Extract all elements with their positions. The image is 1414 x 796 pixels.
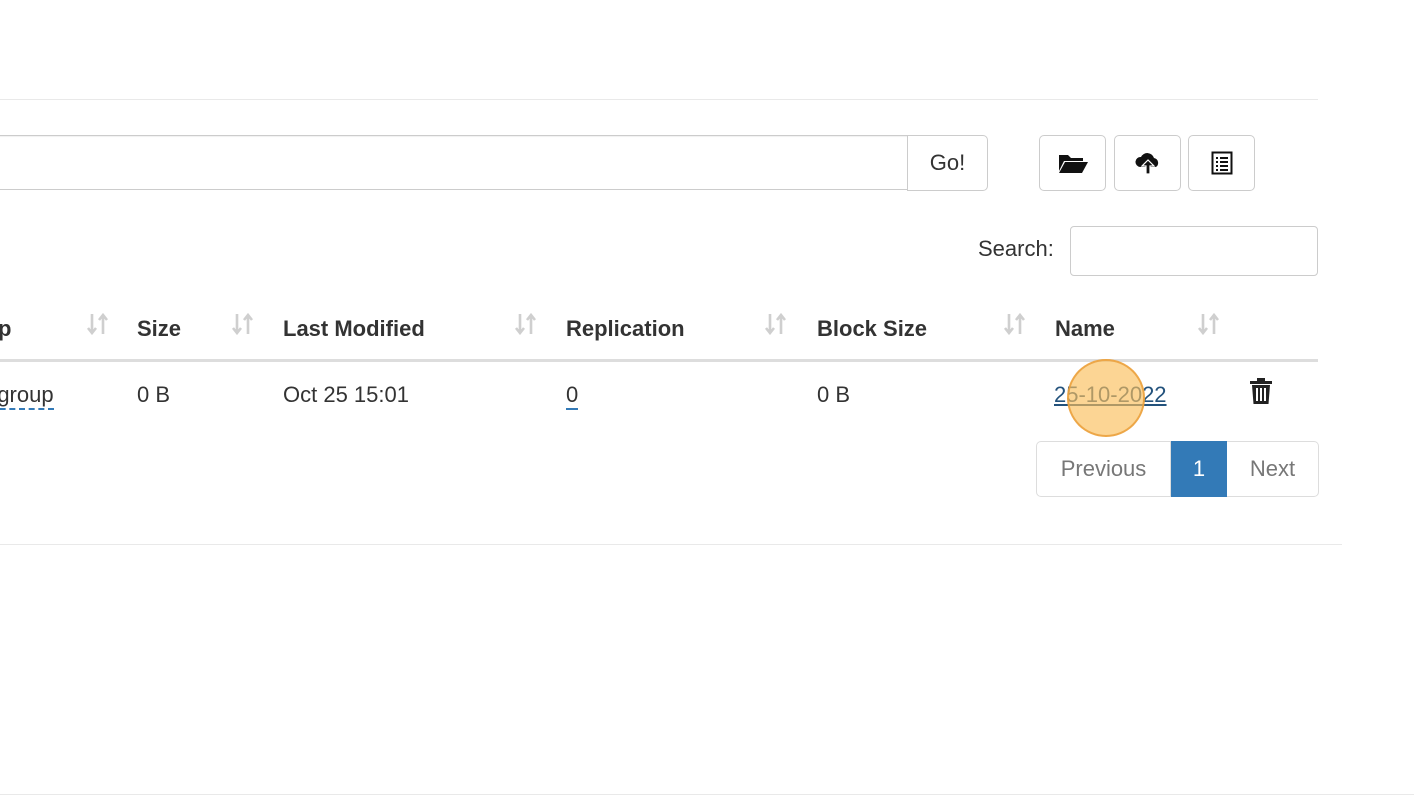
column-header-block-size[interactable]: Block Size (817, 316, 927, 342)
table-row-last-modified: Oct 25 15:01 (283, 382, 409, 407)
column-header-last-modified[interactable]: Last Modified (283, 316, 425, 342)
create-directory-button[interactable] (1039, 135, 1106, 191)
trash-icon[interactable] (1249, 377, 1273, 405)
next-page-button[interactable]: Next (1227, 441, 1319, 497)
section-divider (0, 544, 1342, 545)
sort-icon[interactable] (86, 312, 110, 338)
top-divider (0, 99, 1318, 100)
table-row-replication[interactable]: 0 (566, 382, 579, 410)
search-input[interactable] (1070, 226, 1318, 276)
sort-icon[interactable] (514, 312, 538, 338)
cloud-upload-icon (1134, 153, 1158, 175)
replication-value[interactable]: 0 (566, 382, 579, 410)
sort-icon[interactable] (1197, 312, 1221, 338)
go-button[interactable]: Go! (907, 135, 988, 191)
bottom-divider (0, 794, 1414, 795)
column-header-size[interactable]: Size (137, 316, 181, 342)
cut-paste-button[interactable] (1188, 135, 1255, 191)
table-row-group[interactable]: rgroup (0, 382, 54, 410)
list-icon (1211, 151, 1232, 175)
table-row-block-size: 0 B (817, 382, 851, 407)
sort-icon[interactable] (1003, 312, 1027, 338)
column-header-name[interactable]: Name (1055, 316, 1115, 342)
sort-icon[interactable] (231, 312, 255, 338)
search-label: Search: (978, 236, 1054, 261)
previous-page-button[interactable]: Previous (1036, 441, 1171, 497)
sort-icon[interactable] (764, 312, 788, 338)
pagination: Previous 1 Next (1036, 441, 1319, 497)
folder-open-icon (1058, 155, 1088, 173)
column-header-replication[interactable]: Replication (566, 316, 685, 342)
cursor-highlight (1067, 359, 1145, 437)
column-header-group[interactable]: p (0, 316, 11, 342)
group-value[interactable]: rgroup (0, 382, 54, 410)
page-1-button[interactable]: 1 (1171, 441, 1227, 497)
upload-button[interactable] (1114, 135, 1181, 191)
table-row-size: 0 B (137, 382, 171, 407)
path-input[interactable] (0, 135, 908, 190)
